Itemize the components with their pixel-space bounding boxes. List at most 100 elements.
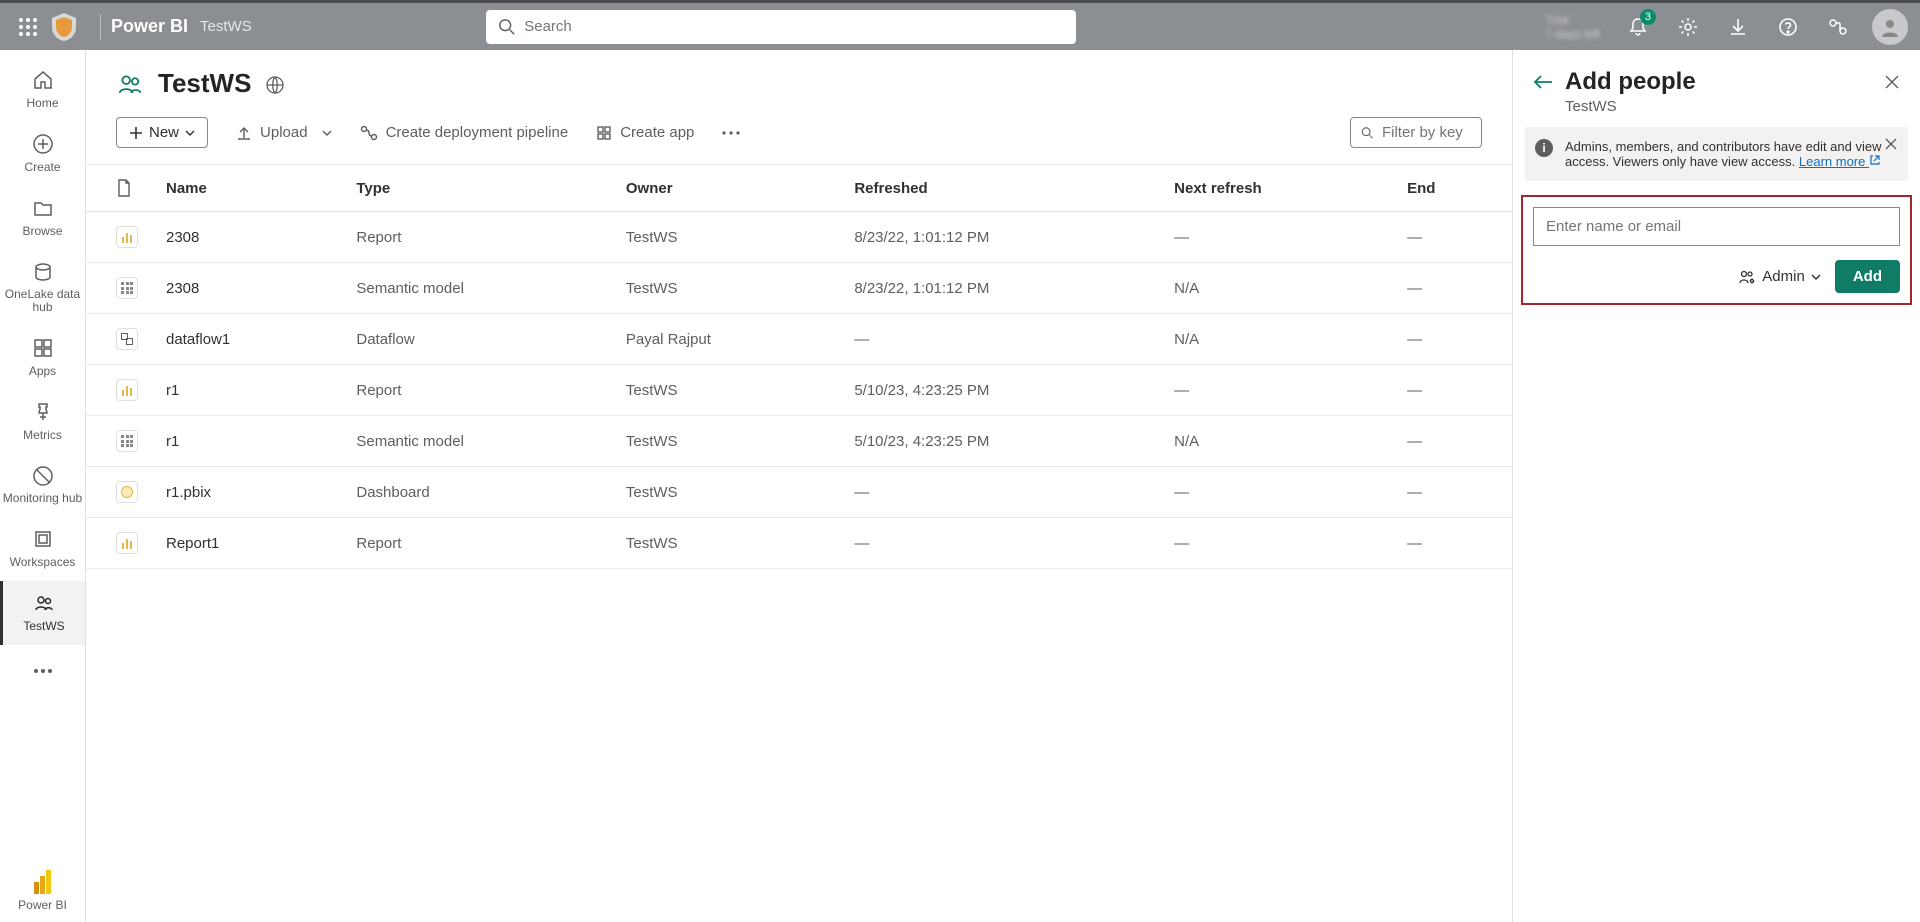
nav-home[interactable]: Home bbox=[0, 58, 85, 122]
cell-name: r1.pbix bbox=[146, 467, 336, 518]
shield-icon bbox=[52, 13, 76, 41]
upload-button[interactable]: Upload bbox=[236, 124, 332, 141]
cell-type: Report bbox=[336, 518, 606, 569]
search-icon bbox=[1361, 125, 1374, 141]
col-next[interactable]: Next refresh bbox=[1154, 165, 1387, 212]
close-icon bbox=[1884, 137, 1898, 151]
globe-icon[interactable] bbox=[265, 75, 285, 95]
cell-refreshed: 8/23/22, 1:01:12 PM bbox=[834, 263, 1154, 314]
nav-workspaces[interactable]: Workspaces bbox=[0, 517, 85, 581]
table-row[interactable]: r1.pbixDashboardTestWS——— bbox=[86, 467, 1512, 518]
info-close-button[interactable] bbox=[1884, 137, 1898, 151]
search-box[interactable] bbox=[486, 10, 1076, 44]
workspace-people-icon bbox=[116, 70, 144, 98]
nav-create[interactable]: Create bbox=[0, 122, 85, 186]
header-workspace-name[interactable]: TestWS bbox=[200, 18, 252, 35]
nav-powerbi[interactable]: Power BI bbox=[0, 860, 85, 914]
dataset-icon bbox=[116, 277, 138, 299]
cell-refreshed: — bbox=[834, 314, 1154, 365]
table-row[interactable]: 2308ReportTestWS8/23/22, 1:01:12 PM—— bbox=[86, 212, 1512, 263]
col-refreshed[interactable]: Refreshed bbox=[834, 165, 1154, 212]
panel-back-button[interactable] bbox=[1533, 74, 1553, 90]
download-button[interactable] bbox=[1722, 11, 1754, 43]
cell-end: — bbox=[1387, 263, 1512, 314]
table-row[interactable]: dataflow1DataflowPayal Rajput—N/A— bbox=[86, 314, 1512, 365]
app-logo bbox=[52, 13, 84, 41]
download-icon bbox=[1728, 17, 1748, 37]
table-row[interactable]: r1ReportTestWS5/10/23, 4:23:25 PM—— bbox=[86, 365, 1512, 416]
chevron-down-icon bbox=[322, 128, 332, 138]
cell-next: N/A bbox=[1154, 416, 1387, 467]
chevron-down-icon bbox=[1811, 272, 1821, 282]
col-name[interactable]: Name bbox=[146, 165, 336, 212]
cell-owner: TestWS bbox=[606, 263, 834, 314]
cell-name: dataflow1 bbox=[146, 314, 336, 365]
cell-next: N/A bbox=[1154, 314, 1387, 365]
nav-apps[interactable]: Apps bbox=[0, 326, 85, 390]
notifications-button[interactable]: 3 bbox=[1622, 11, 1654, 43]
nav-testws[interactable]: TestWS bbox=[0, 581, 85, 645]
left-nav: Home Create Browse OneLake data hub Apps… bbox=[0, 50, 86, 922]
nav-more[interactable] bbox=[0, 649, 85, 695]
col-end[interactable]: End bbox=[1387, 165, 1512, 212]
create-app-button[interactable]: Create app bbox=[596, 124, 694, 141]
nav-browse[interactable]: Browse bbox=[0, 186, 85, 250]
nav-metrics[interactable]: Metrics bbox=[0, 390, 85, 454]
createapp-label: Create app bbox=[620, 124, 694, 141]
table-row[interactable]: r1Semantic modelTestWS5/10/23, 4:23:25 P… bbox=[86, 416, 1512, 467]
chevron-down-icon bbox=[185, 128, 195, 138]
settings-button[interactable] bbox=[1672, 11, 1704, 43]
cell-end: — bbox=[1387, 518, 1512, 569]
info-icon: i bbox=[1535, 139, 1553, 157]
nav-monitoring[interactable]: Monitoring hub bbox=[0, 454, 85, 517]
cell-refreshed: 5/10/23, 4:23:25 PM bbox=[834, 365, 1154, 416]
cell-owner: TestWS bbox=[606, 467, 834, 518]
filter-box[interactable] bbox=[1350, 117, 1482, 148]
table-row[interactable]: Report1ReportTestWS——— bbox=[86, 518, 1512, 569]
new-button[interactable]: New bbox=[116, 117, 208, 148]
col-type[interactable]: Type bbox=[336, 165, 606, 212]
toolbar: New Upload Create deployment pipeline Cr… bbox=[86, 107, 1512, 165]
feedback-button[interactable] bbox=[1822, 11, 1854, 43]
table-row[interactable]: 2308Semantic modelTestWS8/23/22, 1:01:12… bbox=[86, 263, 1512, 314]
col-icon[interactable] bbox=[86, 165, 146, 212]
home-icon bbox=[31, 68, 55, 92]
dataset-icon bbox=[116, 430, 138, 452]
panel-form-highlight: Admin Add bbox=[1521, 195, 1912, 305]
new-button-label: New bbox=[149, 124, 179, 141]
role-select[interactable]: Admin bbox=[1738, 268, 1821, 285]
add-button[interactable]: Add bbox=[1835, 260, 1900, 293]
dataflow-icon bbox=[116, 328, 138, 350]
nav-apps-label: Apps bbox=[29, 364, 56, 378]
panel-close-button[interactable] bbox=[1884, 74, 1900, 90]
people-gear-icon bbox=[1738, 269, 1756, 285]
cell-next: — bbox=[1154, 467, 1387, 518]
nav-testws-label: TestWS bbox=[23, 619, 64, 633]
cell-type: Report bbox=[336, 212, 606, 263]
cell-owner: TestWS bbox=[606, 212, 834, 263]
app-launcher-button[interactable] bbox=[12, 11, 44, 43]
cell-type: Dataflow bbox=[336, 314, 606, 365]
create-icon bbox=[31, 132, 55, 156]
people-input[interactable] bbox=[1533, 207, 1900, 246]
toolbar-more-button[interactable] bbox=[722, 131, 740, 135]
create-pipeline-button[interactable]: Create deployment pipeline bbox=[360, 124, 569, 141]
nav-monitoring-label: Monitoring hub bbox=[3, 492, 82, 505]
nav-create-label: Create bbox=[24, 160, 60, 174]
panel-subtitle: TestWS bbox=[1565, 98, 1872, 115]
nav-onelake[interactable]: OneLake data hub bbox=[0, 250, 85, 326]
notification-badge: 3 bbox=[1640, 9, 1656, 25]
apps-icon bbox=[31, 336, 55, 360]
profile-avatar[interactable] bbox=[1872, 9, 1908, 45]
filter-input[interactable] bbox=[1382, 124, 1471, 141]
report-icon bbox=[116, 379, 138, 401]
learn-more-link[interactable]: Learn more bbox=[1799, 154, 1881, 169]
trial-status[interactable]: Trial: 7 days left bbox=[1545, 13, 1600, 41]
col-owner[interactable]: Owner bbox=[606, 165, 834, 212]
cell-refreshed: — bbox=[834, 518, 1154, 569]
help-icon bbox=[1778, 17, 1798, 37]
cell-owner: TestWS bbox=[606, 416, 834, 467]
search-input[interactable] bbox=[524, 18, 1064, 35]
cell-end: — bbox=[1387, 416, 1512, 467]
help-button[interactable] bbox=[1772, 11, 1804, 43]
